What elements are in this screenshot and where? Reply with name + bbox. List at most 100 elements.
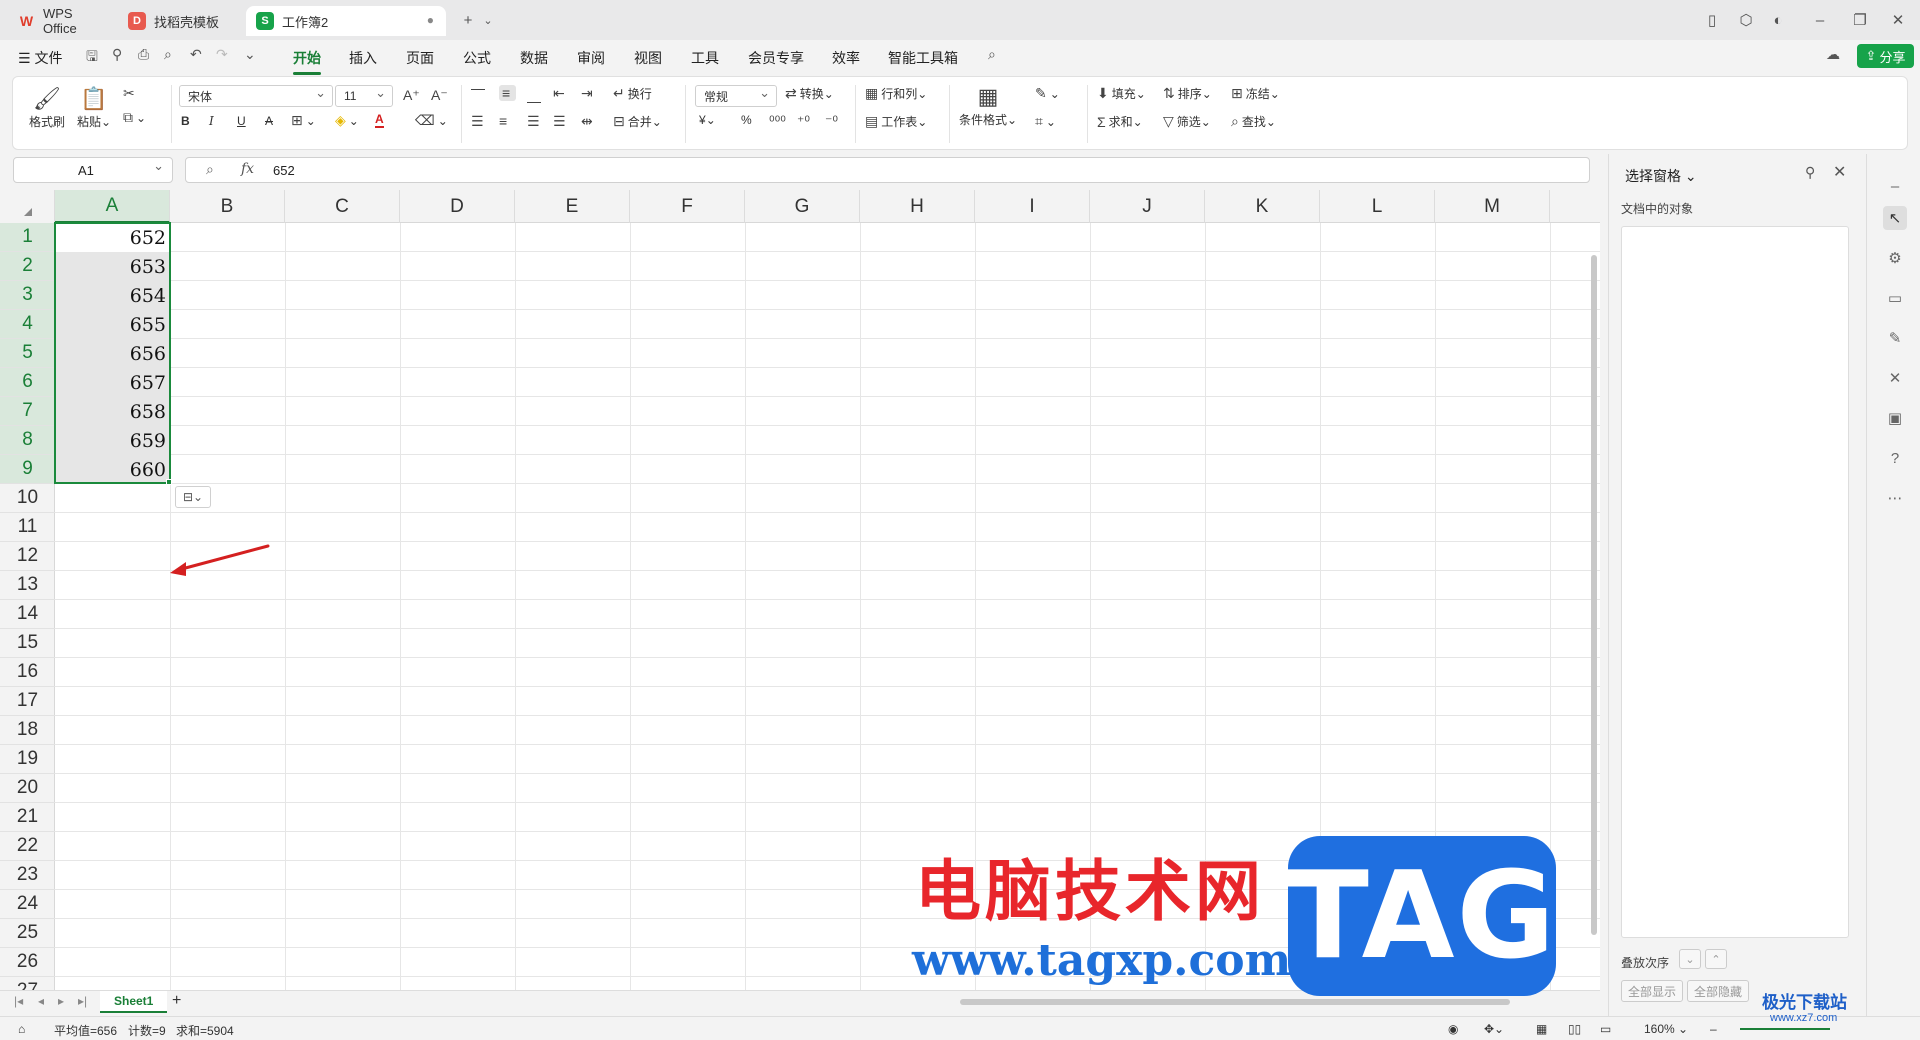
align-middle-button[interactable]: ≡ bbox=[499, 85, 517, 101]
row-header-6[interactable]: 6 bbox=[0, 368, 55, 397]
row-header-27[interactable]: 27 bbox=[0, 977, 55, 990]
cell-a6[interactable]: 657 bbox=[55, 368, 170, 397]
menu-data[interactable]: 数据 bbox=[520, 48, 548, 68]
wrap-text-button[interactable]: ↵ 换行 bbox=[613, 85, 652, 102]
row-header-18[interactable]: 18 bbox=[0, 716, 55, 745]
zoom-out-icon[interactable]: – bbox=[1710, 1022, 1717, 1036]
fx-icon[interactable]: fx bbox=[241, 161, 254, 177]
italic-button[interactable]: I bbox=[209, 114, 214, 128]
page-layout-icon[interactable]: ▯▯ bbox=[1568, 1022, 1581, 1036]
paste-button[interactable]: 📋 粘贴⌄ bbox=[77, 85, 111, 130]
select-pointer-icon[interactable]: ↖ bbox=[1883, 206, 1907, 230]
conditional-format-button[interactable]: ▦ 条件格式⌄ bbox=[959, 83, 1017, 128]
cell-a2[interactable]: 653 bbox=[55, 252, 170, 281]
sliders-icon[interactable]: ⚙ bbox=[1883, 246, 1907, 270]
sheet-tab-sheet1[interactable]: Sheet1 bbox=[100, 991, 168, 1013]
row-header-3[interactable]: 3 bbox=[0, 281, 55, 310]
objects-list[interactable] bbox=[1621, 226, 1849, 938]
hide-all-button[interactable]: 全部隐藏 bbox=[1687, 980, 1750, 1002]
row-header-2[interactable]: 2 bbox=[0, 252, 55, 281]
rows-cols-button[interactable]: ▦ 行和列 ⌄ bbox=[865, 85, 927, 102]
align-right-button[interactable]: ☰ bbox=[527, 113, 543, 130]
close-icon[interactable]: ✕ bbox=[1833, 162, 1846, 182]
row-header-22[interactable]: 22 bbox=[0, 832, 55, 861]
page-break-icon[interactable]: ▭ bbox=[1600, 1022, 1611, 1036]
link-icon[interactable]: ⚲ bbox=[112, 46, 122, 63]
help-icon[interactable]: ? bbox=[1883, 446, 1907, 470]
column-header-m[interactable]: M bbox=[1435, 190, 1550, 223]
pin-icon[interactable]: ⚲ bbox=[1805, 164, 1815, 181]
cut-button[interactable]: ✂ bbox=[123, 85, 138, 102]
move-up-button[interactable]: ⌃ bbox=[1705, 949, 1727, 969]
underline-button[interactable]: U bbox=[237, 114, 246, 128]
menu-review[interactable]: 审阅 bbox=[577, 48, 605, 68]
prev-sheet-icon[interactable]: ◂ bbox=[38, 994, 44, 1008]
fill-handle[interactable] bbox=[166, 479, 172, 485]
zoom-formula-icon[interactable]: ⌕ bbox=[206, 161, 214, 178]
sum-button[interactable]: Σ 求和 ⌄ bbox=[1097, 113, 1143, 130]
name-box[interactable]: A1 bbox=[13, 157, 173, 183]
comment-icon[interactable]: ▭ bbox=[1883, 286, 1907, 310]
cell-a3[interactable]: 654 bbox=[55, 281, 170, 310]
cell-a1[interactable]: 652 bbox=[55, 223, 170, 252]
row-header-10[interactable]: 10 bbox=[0, 484, 55, 513]
row-header-20[interactable]: 20 bbox=[0, 774, 55, 803]
restore-icon[interactable]: ❐ bbox=[1848, 8, 1872, 32]
row-header-21[interactable]: 21 bbox=[0, 803, 55, 832]
align-top-button[interactable]: ⎺ bbox=[471, 87, 488, 104]
quick-analysis-button[interactable]: ⊟ ⌄ bbox=[175, 486, 211, 508]
menu-member[interactable]: 会员专享 bbox=[748, 48, 804, 68]
more-chevron-icon[interactable]: ⌄ bbox=[244, 46, 256, 63]
row-header-12[interactable]: 12 bbox=[0, 542, 55, 571]
font-grow-button[interactable]: A⁺ bbox=[403, 87, 423, 104]
row-header-11[interactable]: 11 bbox=[0, 513, 55, 542]
fill-button[interactable]: ⬇ 填充 ⌄ bbox=[1097, 85, 1146, 102]
column-header-e[interactable]: E bbox=[515, 190, 630, 223]
row-header-13[interactable]: 13 bbox=[0, 571, 55, 600]
next-sheet-icon[interactable]: ▸ bbox=[58, 994, 64, 1008]
decimal-decrease-button[interactable]: ⁻⁰ bbox=[825, 113, 841, 130]
menu-smart-toolbox[interactable]: 智能工具箱 bbox=[888, 48, 958, 68]
currency-button[interactable]: ¥ ⌄ bbox=[699, 113, 716, 127]
row-header-16[interactable]: 16 bbox=[0, 658, 55, 687]
share-button[interactable]: ⇪ 分享 bbox=[1857, 44, 1914, 68]
cell-a4[interactable]: 655 bbox=[55, 310, 170, 339]
minimize-rail-icon[interactable]: – bbox=[1883, 174, 1907, 198]
menu-insert[interactable]: 插入 bbox=[349, 48, 377, 68]
column-header-l[interactable]: L bbox=[1320, 190, 1435, 223]
font-name-select[interactable]: 宋体 bbox=[179, 85, 333, 107]
tab-dot-icon[interactable]: ● bbox=[427, 13, 434, 27]
save-icon[interactable]: 🖫 bbox=[86, 46, 98, 70]
clear-format-button[interactable]: ⌫ ⌄ bbox=[415, 112, 448, 129]
column-header-a[interactable]: A bbox=[55, 190, 170, 223]
column-header-g[interactable]: G bbox=[745, 190, 860, 223]
show-all-button[interactable]: 全部显示 bbox=[1621, 980, 1684, 1002]
column-header-b[interactable]: B bbox=[170, 190, 285, 223]
merge-button[interactable]: ⊟ 合并 ⌄ bbox=[613, 113, 662, 130]
row-header-14[interactable]: 14 bbox=[0, 600, 55, 629]
selection-pane-title[interactable]: 选择窗格 ⌄ bbox=[1625, 166, 1697, 186]
menu-formula[interactable]: 公式 bbox=[463, 48, 491, 68]
tab-wps-office[interactable]: W WPS Office bbox=[8, 6, 116, 36]
menu-view[interactable]: 视图 bbox=[634, 48, 662, 68]
fill-color-button[interactable]: ◈ ⌄ bbox=[335, 112, 359, 129]
menu-tools[interactable]: 工具 bbox=[691, 48, 719, 68]
percent-button[interactable]: % bbox=[741, 113, 752, 127]
avatar-icon[interactable]: ◐ bbox=[1766, 8, 1790, 32]
row-header-19[interactable]: 19 bbox=[0, 745, 55, 774]
row-header-26[interactable]: 26 bbox=[0, 948, 55, 977]
close-window-icon[interactable]: ✕ bbox=[1886, 8, 1910, 32]
first-sheet-icon[interactable]: |◂ bbox=[14, 994, 23, 1008]
thousands-button[interactable]: ⁰⁰⁰ bbox=[769, 113, 789, 130]
cube-icon[interactable]: ⬡ bbox=[1734, 8, 1758, 32]
cell-style-button[interactable]: ✎ ⌄ bbox=[1035, 85, 1060, 102]
cell-a9[interactable]: 660 bbox=[55, 455, 170, 484]
zoom-slider[interactable] bbox=[1740, 1028, 1830, 1030]
menu-page[interactable]: 页面 bbox=[406, 48, 434, 68]
filter-button[interactable]: ▽ 筛选 ⌄ bbox=[1163, 113, 1211, 130]
find-button[interactable]: ⌕ 查找 ⌄ bbox=[1231, 113, 1276, 130]
macro-icon[interactable]: ⌂ bbox=[18, 1022, 25, 1036]
book-icon[interactable]: ▣ bbox=[1883, 406, 1907, 430]
convert-button[interactable]: ⇄ 转换 ⌄ bbox=[785, 85, 834, 102]
indent-decrease-button[interactable]: ⇤ bbox=[553, 85, 568, 102]
